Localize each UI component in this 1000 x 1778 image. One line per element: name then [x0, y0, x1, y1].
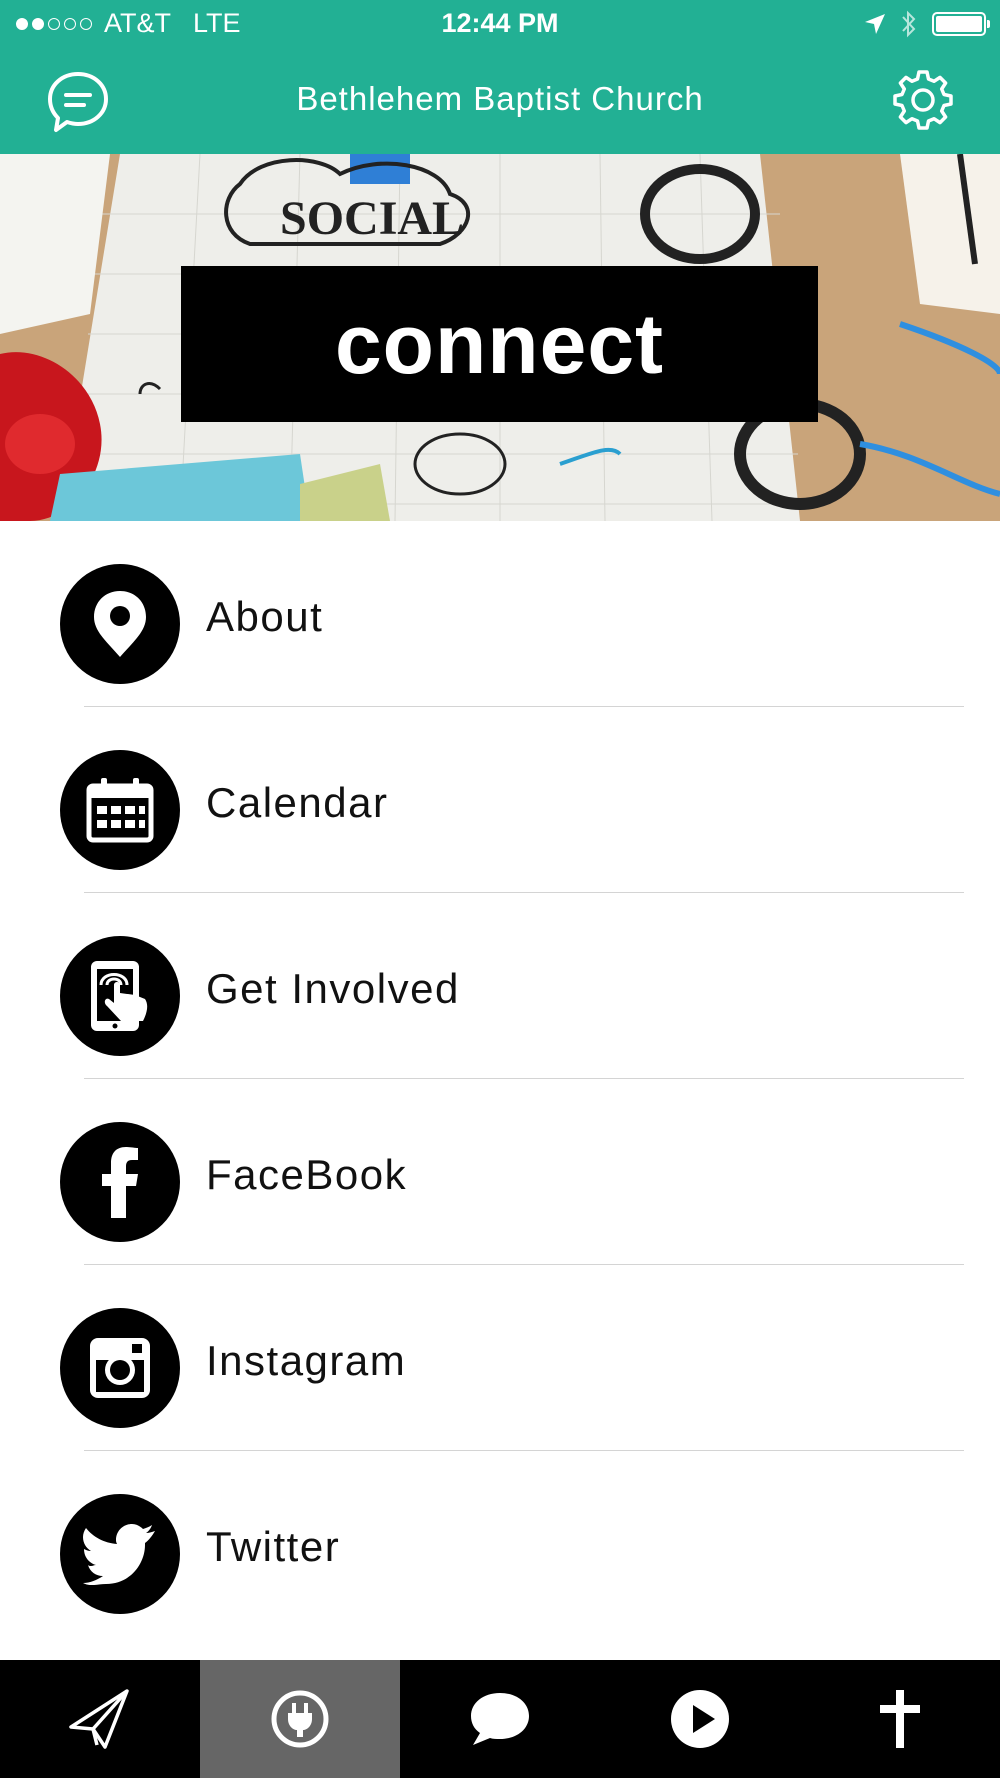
play-icon [671, 1690, 729, 1748]
banner-caption: connect [334, 296, 665, 391]
menu-item-icon-circle [60, 936, 180, 1056]
map-pin-icon [94, 591, 146, 657]
menu-item-label: FaceBook [206, 1151, 408, 1198]
paper-plane-icon [69, 1689, 129, 1749]
menu-item-label: Get Involved [206, 965, 460, 1012]
tab-send[interactable] [0, 1660, 200, 1778]
menu-item-label: Instagram [206, 1337, 407, 1384]
location-arrow-icon [865, 14, 885, 34]
menu-item-label: About [206, 593, 324, 640]
menu-item-icon-circle [60, 564, 180, 684]
tab-faith[interactable] [800, 1660, 1000, 1778]
twitter-icon [83, 1524, 155, 1585]
settings-button[interactable] [890, 68, 956, 134]
facebook-icon [102, 1147, 138, 1218]
menu-item-calendar[interactable]: Calendar [0, 707, 1000, 893]
tab-messages[interactable] [400, 1660, 600, 1778]
tab-media[interactable] [600, 1660, 800, 1778]
menu-item-twitter[interactable]: Twitter [0, 1451, 1000, 1637]
connect-banner: SOCIAL connect [0, 154, 1000, 521]
menu-item-icon-circle [60, 1494, 180, 1614]
menu-item-about[interactable]: About [0, 521, 1000, 707]
menu-item-icon-circle [60, 750, 180, 870]
tab-connect[interactable] [200, 1660, 400, 1778]
menu-item-facebook[interactable]: FaceBook [0, 1079, 1000, 1265]
menu-item-label: Twitter [206, 1523, 341, 1570]
page-title: Bethlehem Baptist Church [296, 80, 704, 117]
menu-item-icon-circle [60, 1308, 180, 1428]
header-bar: Bethlehem Baptist Church [0, 50, 1000, 154]
speech-bubble-icon [471, 1693, 529, 1745]
menu-list: About Calendar Get Involved FaceBook Ins… [0, 521, 1000, 1637]
bluetooth-icon [902, 10, 916, 38]
svg-text:SOCIAL: SOCIAL [280, 192, 464, 245]
battery-icon [932, 12, 990, 36]
cross-icon [880, 1690, 920, 1748]
menu-item-icon-circle [60, 1122, 180, 1242]
gear-icon [893, 70, 953, 130]
tab-bar [0, 1660, 1000, 1778]
calendar-icon [86, 778, 154, 843]
tablet-tap-icon [91, 961, 148, 1031]
banner-caption-box: connect [181, 266, 818, 422]
menu-item-label: Calendar [206, 779, 389, 826]
plug-icon [271, 1690, 329, 1748]
menu-item-instagram[interactable]: Instagram [0, 1265, 1000, 1451]
menu-item-get-involved[interactable]: Get Involved [0, 893, 1000, 1079]
status-right [864, 10, 990, 38]
status-time: 12:44 PM [441, 8, 559, 38]
instagram-icon [90, 1338, 150, 1398]
status-bar: AT&T LTE 12:44 PM [0, 0, 1000, 50]
